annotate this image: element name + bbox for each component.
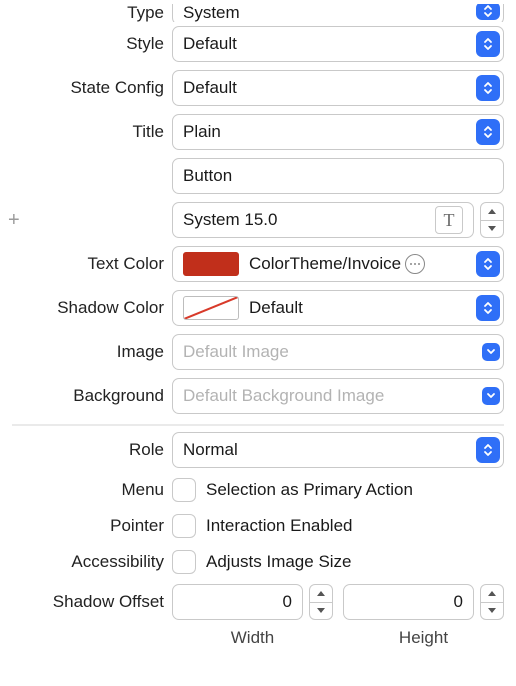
style-value: Default — [173, 34, 473, 54]
font-input[interactable]: System 15.0 T — [172, 202, 474, 238]
type-label: Type — [0, 4, 172, 22]
chevron-down-icon — [482, 343, 500, 361]
style-label: Style — [0, 34, 172, 54]
stepper-up[interactable] — [481, 203, 503, 221]
divider — [12, 424, 504, 426]
accessibility-label: Accessibility — [0, 552, 172, 572]
shadow-color-popup[interactable]: Default — [172, 290, 504, 326]
chevron-up-down-icon — [476, 4, 500, 20]
color-swatch[interactable] — [183, 252, 239, 276]
more-icon — [405, 254, 425, 274]
title-label: Title — [0, 122, 172, 142]
shadow-color-label: Shadow Color — [0, 298, 172, 318]
title-text-input[interactable]: Button — [172, 158, 504, 194]
state-config-value: Default — [173, 78, 473, 98]
pointer-option: Interaction Enabled — [206, 516, 353, 536]
title-value: Plain — [173, 122, 473, 142]
type-value: System — [173, 4, 473, 22]
text-color-popup[interactable]: ColorTheme/Invoice — [172, 246, 504, 282]
shadow-offset-height-input[interactable]: 0 — [343, 584, 474, 620]
menu-option: Selection as Primary Action — [206, 480, 413, 500]
chevron-up-down-icon — [476, 295, 500, 321]
height-sublabel: Height — [343, 624, 504, 648]
state-config-label: State Config — [0, 78, 172, 98]
chevron-up-down-icon — [476, 31, 500, 57]
menu-checkbox[interactable] — [172, 478, 196, 502]
font-value: System 15.0 — [183, 210, 278, 230]
background-placeholder: Default Background Image — [173, 386, 482, 406]
background-popup[interactable]: Default Background Image — [172, 378, 504, 414]
state-config-popup[interactable]: Default — [172, 70, 504, 106]
chevron-up-down-icon — [476, 75, 500, 101]
chevron-up-down-icon — [476, 437, 500, 463]
title-text-value: Button — [183, 166, 232, 186]
shadow-color-value: Default — [249, 298, 303, 318]
image-label: Image — [0, 342, 172, 362]
chevron-up-down-icon — [476, 119, 500, 145]
image-placeholder: Default Image — [173, 342, 482, 362]
menu-label: Menu — [0, 480, 172, 500]
shadow-offset-label: Shadow Offset — [0, 592, 172, 612]
role-popup[interactable]: Normal — [172, 432, 504, 468]
stepper-up[interactable] — [310, 585, 332, 603]
add-icon[interactable]: + — [8, 209, 20, 232]
role-value: Normal — [173, 440, 473, 460]
accessibility-checkbox[interactable] — [172, 550, 196, 574]
shadow-offset-width-input[interactable]: 0 — [172, 584, 303, 620]
role-label: Role — [0, 440, 172, 460]
font-panel-icon[interactable]: T — [435, 206, 463, 234]
style-popup[interactable]: Default — [172, 26, 504, 62]
text-color-label: Text Color — [0, 254, 172, 274]
stepper-down[interactable] — [481, 221, 503, 238]
pointer-label: Pointer — [0, 516, 172, 536]
chevron-up-down-icon — [476, 251, 500, 277]
title-popup[interactable]: Plain — [172, 114, 504, 150]
text-color-value: ColorTheme/Invoice — [249, 254, 401, 274]
background-label: Background — [0, 386, 172, 406]
stepper-down[interactable] — [481, 603, 503, 620]
stepper-down[interactable] — [310, 603, 332, 620]
width-sublabel: Width — [172, 624, 333, 648]
shadow-offset-width-stepper[interactable] — [309, 584, 333, 620]
font-stepper[interactable] — [480, 202, 504, 238]
chevron-down-icon — [482, 387, 500, 405]
accessibility-option: Adjusts Image Size — [206, 552, 352, 572]
color-swatch[interactable] — [183, 296, 239, 320]
stepper-up[interactable] — [481, 585, 503, 603]
pointer-checkbox[interactable] — [172, 514, 196, 538]
shadow-offset-height-stepper[interactable] — [480, 584, 504, 620]
image-popup[interactable]: Default Image — [172, 334, 504, 370]
type-popup[interactable]: System — [172, 4, 504, 22]
